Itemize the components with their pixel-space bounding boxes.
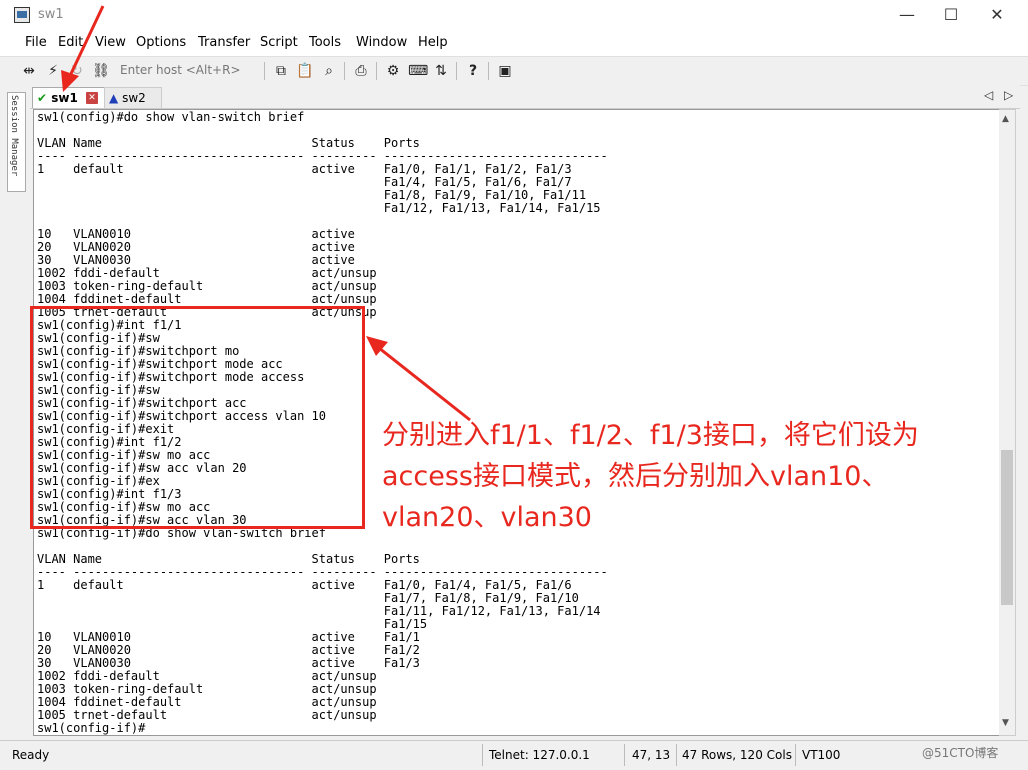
status-separator bbox=[624, 744, 625, 766]
tab-label: sw1 bbox=[51, 91, 78, 105]
menu-transfer[interactable]: Transfer bbox=[198, 35, 250, 50]
annotation-text-line2: access接口模式，然后分别加入vlan10、 bbox=[382, 461, 889, 492]
session-tab-bar: ✔ sw1 ▲ sw2 bbox=[30, 85, 1020, 109]
annotation-text-line3: vlan20、vlan30 bbox=[382, 502, 592, 533]
menu-bar: File Edit View Options Transfer Script T… bbox=[0, 30, 1028, 56]
session-manager-label: Session Manager bbox=[9, 95, 19, 177]
paste-icon[interactable]: 📋 bbox=[296, 62, 314, 80]
toolbar: ⇹ ⚡ ↻ ⛓ Enter host <Alt+R> ⧉ 📋 ⌕ ⎙ ⚙ ⌨ ⇅… bbox=[0, 56, 1028, 86]
print-icon[interactable]: ⎙ bbox=[352, 62, 370, 80]
close-button[interactable]: ✕ bbox=[974, 0, 1020, 30]
annotation-text-line1: 分别进入f1/1、f1/2、f1/3接口，将它们设为 bbox=[382, 420, 919, 451]
menu-window[interactable]: Window bbox=[356, 35, 407, 50]
scrollbar-thumb[interactable] bbox=[1001, 450, 1013, 605]
scroll-up-icon[interactable]: ▲ bbox=[1002, 114, 1009, 124]
close-tab-icon[interactable]: ✕ bbox=[86, 92, 98, 104]
menu-options[interactable]: Options bbox=[136, 35, 186, 50]
toolbar-separator bbox=[264, 62, 265, 80]
annotation-arrow bbox=[366, 336, 471, 422]
status-separator bbox=[676, 744, 677, 766]
status-connection: Telnet: 127.0.0.1 bbox=[489, 748, 590, 762]
menu-script[interactable]: Script bbox=[260, 35, 298, 50]
copy-icon[interactable]: ⧉ bbox=[272, 62, 290, 80]
connect-icon[interactable]: ⇹ bbox=[20, 62, 38, 80]
title-bar: sw1 — ☐ ✕ bbox=[0, 0, 1028, 30]
check-icon: ✔ bbox=[37, 91, 48, 105]
sftp-icon[interactable]: ⇅ bbox=[432, 62, 450, 80]
session-manager-tab[interactable]: Session Manager bbox=[7, 92, 26, 192]
terminal-scrollbar[interactable]: ▲ ▼ bbox=[999, 109, 1016, 736]
tab-prev-icon[interactable]: ◁ bbox=[984, 88, 993, 102]
settings-icon[interactable]: ⚙ bbox=[384, 62, 402, 80]
terminal-line: sw1(config-if)# bbox=[37, 721, 146, 735]
status-size: 47 Rows, 120 Cols bbox=[682, 748, 792, 762]
status-separator bbox=[482, 744, 483, 766]
minimize-button[interactable]: — bbox=[884, 0, 930, 30]
menu-help[interactable]: Help bbox=[418, 35, 448, 50]
app-icon bbox=[14, 7, 30, 23]
annotation-arrow bbox=[61, 5, 105, 92]
status-separator bbox=[795, 744, 796, 766]
menu-tools[interactable]: Tools bbox=[309, 35, 341, 50]
status-cursor: 47, 13 bbox=[632, 748, 671, 762]
terminal-line: sw1(config)#do show vlan-switch brief bbox=[37, 110, 305, 124]
menu-file[interactable]: File bbox=[25, 35, 47, 50]
toolbar-separator bbox=[488, 62, 489, 80]
status-ready: Ready bbox=[12, 748, 50, 762]
tab-label: sw2 bbox=[122, 91, 146, 105]
terminal-line: Fa1/12, Fa1/13, Fa1/14, Fa1/15 bbox=[37, 201, 601, 215]
status-emulation: VT100 bbox=[802, 748, 841, 762]
screen-icon[interactable]: ▣ bbox=[496, 62, 514, 80]
warning-icon: ▲ bbox=[109, 91, 119, 105]
help-icon[interactable]: ? bbox=[464, 62, 482, 80]
toolbar-separator bbox=[456, 62, 457, 80]
command-highlight-box bbox=[30, 306, 365, 529]
scroll-down-icon[interactable]: ▼ bbox=[1002, 718, 1009, 728]
maximize-button[interactable]: ☐ bbox=[928, 0, 974, 30]
host-input[interactable]: Enter host <Alt+R> bbox=[120, 63, 241, 77]
tab-next-icon[interactable]: ▷ bbox=[1004, 88, 1013, 102]
find-icon[interactable]: ⌕ bbox=[320, 62, 338, 80]
toolbar-separator bbox=[376, 62, 377, 80]
status-bar: Ready Telnet: 127.0.0.1 47, 13 47 Rows, … bbox=[0, 740, 1028, 770]
watermark: @51CTO博客 bbox=[922, 746, 999, 760]
toolbar-separator bbox=[344, 62, 345, 80]
keymap-icon[interactable]: ⌨ bbox=[408, 62, 428, 80]
